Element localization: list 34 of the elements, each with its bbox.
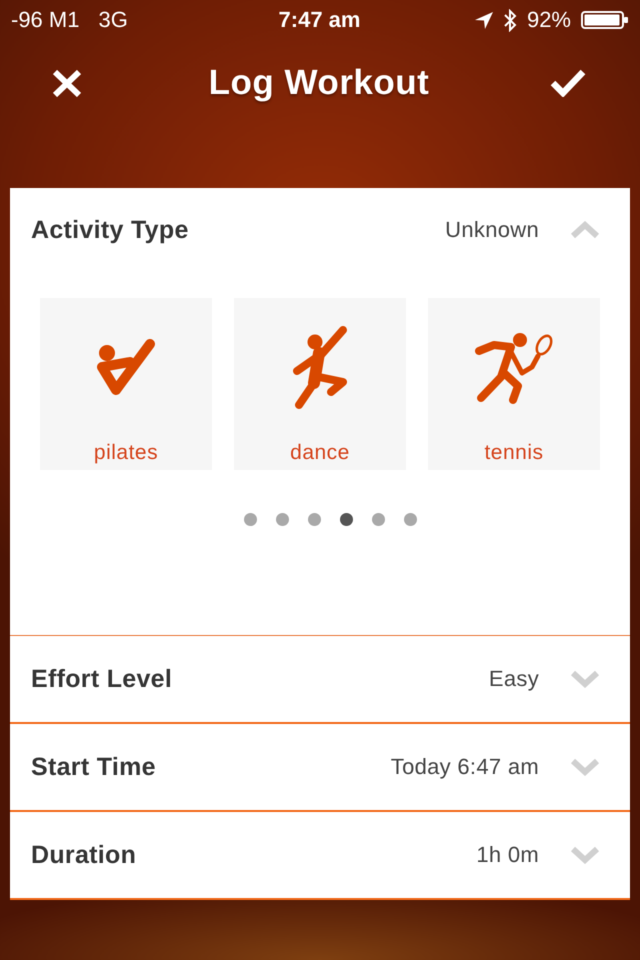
bluetooth-icon: [502, 8, 517, 32]
page-dot-icon[interactable]: [244, 513, 256, 526]
chevron-down-icon[interactable]: [570, 846, 600, 864]
activity-tile[interactable]: dance: [234, 298, 406, 470]
field-value: 1h 0m: [476, 842, 539, 868]
screen-title: Log Workout: [208, 63, 430, 103]
page-dot-icon[interactable]: [340, 513, 352, 526]
page-dot-icon[interactable]: [404, 513, 416, 526]
section-label: Activity Type: [31, 216, 190, 244]
close-button[interactable]: [52, 68, 82, 98]
pilates-figure-icon: [96, 339, 156, 397]
field-label: Effort Level: [31, 664, 174, 694]
activity-tile[interactable]: pilates: [40, 298, 212, 470]
network-type: 3G: [98, 7, 128, 33]
carrier-signal: -96 M1: [11, 7, 80, 33]
chevron-down-icon[interactable]: [570, 758, 600, 776]
page-dot-icon[interactable]: [276, 513, 288, 526]
dancer-figure-icon: [291, 325, 349, 411]
chevron-down-icon[interactable]: [570, 670, 600, 688]
page-dot-icon[interactable]: [372, 513, 384, 526]
activity-tile[interactable]: tennis: [428, 298, 600, 470]
field-value: Easy: [488, 666, 539, 692]
activity-value: Unknown: [445, 217, 539, 243]
field-value: Today 6:47 am: [390, 754, 539, 780]
battery-icon: [581, 11, 628, 29]
page-dot-icon[interactable]: [308, 513, 320, 526]
battery-percentage: 92%: [526, 7, 571, 33]
tennis-player-icon: [474, 331, 554, 405]
field-label: Start Time: [31, 752, 157, 782]
clock-time: 7:47 am: [278, 7, 360, 33]
location-arrow-icon: [474, 12, 493, 28]
chevron-up-icon[interactable]: [570, 221, 600, 239]
field-label: Duration: [31, 840, 138, 870]
save-button[interactable]: [550, 69, 586, 97]
